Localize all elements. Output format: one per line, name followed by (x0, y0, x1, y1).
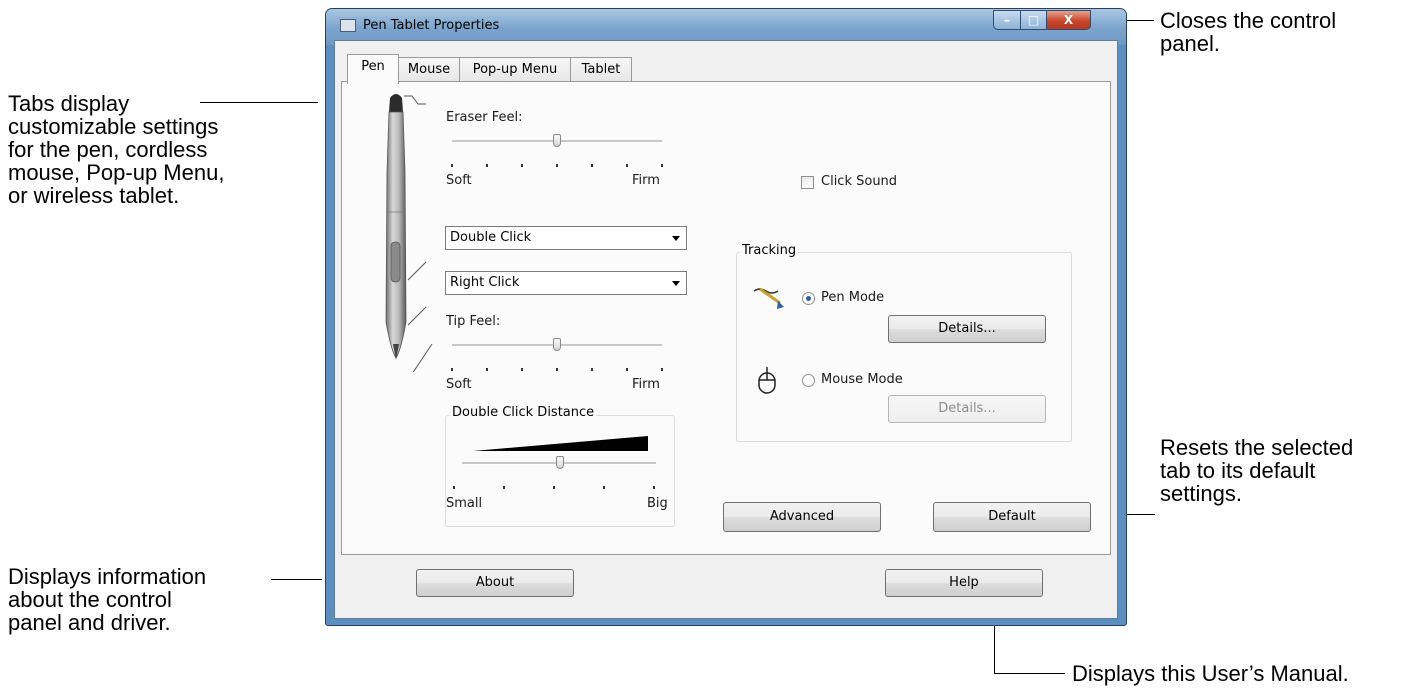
slider-tick (626, 164, 628, 167)
eraser-feel-thumb[interactable] (553, 134, 561, 147)
tip-firm-label: Firm (632, 377, 660, 392)
tracking-title: Tracking (740, 243, 799, 258)
pen-mode-details-button[interactable]: Details... (888, 315, 1046, 343)
slider-tick (603, 486, 605, 489)
double-click-distance-thumb[interactable] (556, 456, 564, 469)
upper-button-select[interactable]: Double Click (445, 226, 687, 250)
mouse-mode-label[interactable]: Mouse Mode (821, 372, 903, 387)
annotation-default: Resets the selected tab to its default s… (1160, 435, 1354, 506)
slider-tick (486, 164, 488, 167)
help-button[interactable]: Help (885, 569, 1043, 597)
minimize-button[interactable]: – (993, 10, 1021, 30)
annotation-about-leader (271, 579, 322, 580)
maximize-button[interactable]: □ (1020, 10, 1047, 30)
pen-tab-panel: Eraser Feel: Soft Firm Double Click Righ… (341, 81, 1111, 555)
slider-tick (486, 368, 488, 371)
properties-window: Pen Tablet Properties – □ X Pen Mouse Po… (325, 8, 1127, 626)
client-area: Pen Mouse Pop-up Menu Tablet Eraser Feel… (334, 40, 1118, 619)
lower-button-value: Right Click (450, 275, 520, 290)
default-button[interactable]: Default (933, 502, 1091, 532)
slider-tick (521, 368, 523, 371)
pen-mode-icon (753, 287, 784, 309)
slider-tick (451, 164, 453, 167)
annotation-tabs-leader (200, 102, 318, 103)
mouse-mode-icon (758, 367, 776, 394)
slider-tick (591, 164, 593, 167)
eraser-feel-label: Eraser Feel: (446, 110, 523, 125)
about-button[interactable]: About (416, 569, 574, 597)
tip-feel-thumb[interactable] (553, 338, 561, 351)
distance-wedge-icon (473, 436, 648, 451)
mouse-mode-radio[interactable] (802, 374, 815, 387)
annotation-close: Closes the control panel. (1160, 8, 1337, 56)
window-title: Pen Tablet Properties (363, 18, 500, 33)
tab-mouse[interactable]: Mouse (398, 57, 460, 83)
click-sound-checkbox[interactable] (801, 176, 814, 189)
mouse-mode-details-button[interactable]: Details... (888, 395, 1046, 423)
distance-small-label: Small (446, 496, 483, 511)
pen-mode-label[interactable]: Pen Mode (821, 290, 884, 305)
slider-tick (553, 486, 555, 489)
pen-mode-radio[interactable] (802, 292, 815, 305)
annotation-tabs: Tabs display customizable settings for t… (8, 91, 225, 208)
app-icon (340, 19, 356, 32)
slider-tick (556, 164, 558, 167)
annotation-help-leader-h (994, 673, 1065, 674)
slider-tick (626, 368, 628, 371)
eraser-soft-label: Soft (446, 173, 472, 188)
double-click-distance-title: Double Click Distance (450, 405, 597, 420)
slider-tick (451, 368, 453, 371)
chevron-down-icon (672, 281, 680, 286)
slider-tick (453, 486, 455, 489)
annotation-help: Displays this User’s Manual. (1072, 661, 1349, 686)
radio-selected-dot (806, 296, 811, 301)
tip-soft-label: Soft (446, 377, 472, 392)
slider-tick (503, 486, 505, 489)
click-sound-label[interactable]: Click Sound (821, 174, 897, 189)
slider-tick (653, 486, 655, 489)
slider-tick (661, 368, 663, 371)
slider-tick (521, 164, 523, 167)
upper-button-value: Double Click (450, 230, 532, 245)
annotation-about: Displays information about the control p… (8, 564, 207, 635)
advanced-button[interactable]: Advanced (723, 502, 881, 532)
chevron-down-icon (672, 236, 680, 241)
tab-pen[interactable]: Pen (347, 54, 399, 84)
slider-tick (556, 368, 558, 371)
eraser-firm-label: Firm (632, 173, 660, 188)
lower-button-select[interactable]: Right Click (445, 271, 687, 295)
slider-tick (591, 368, 593, 371)
slider-tick (661, 164, 663, 167)
tab-tablet[interactable]: Tablet (570, 57, 632, 83)
tip-feel-label: Tip Feel: (446, 314, 501, 329)
tab-popup-menu[interactable]: Pop-up Menu (459, 57, 571, 83)
close-button[interactable]: X (1046, 10, 1091, 30)
distance-big-label: Big (647, 496, 668, 511)
